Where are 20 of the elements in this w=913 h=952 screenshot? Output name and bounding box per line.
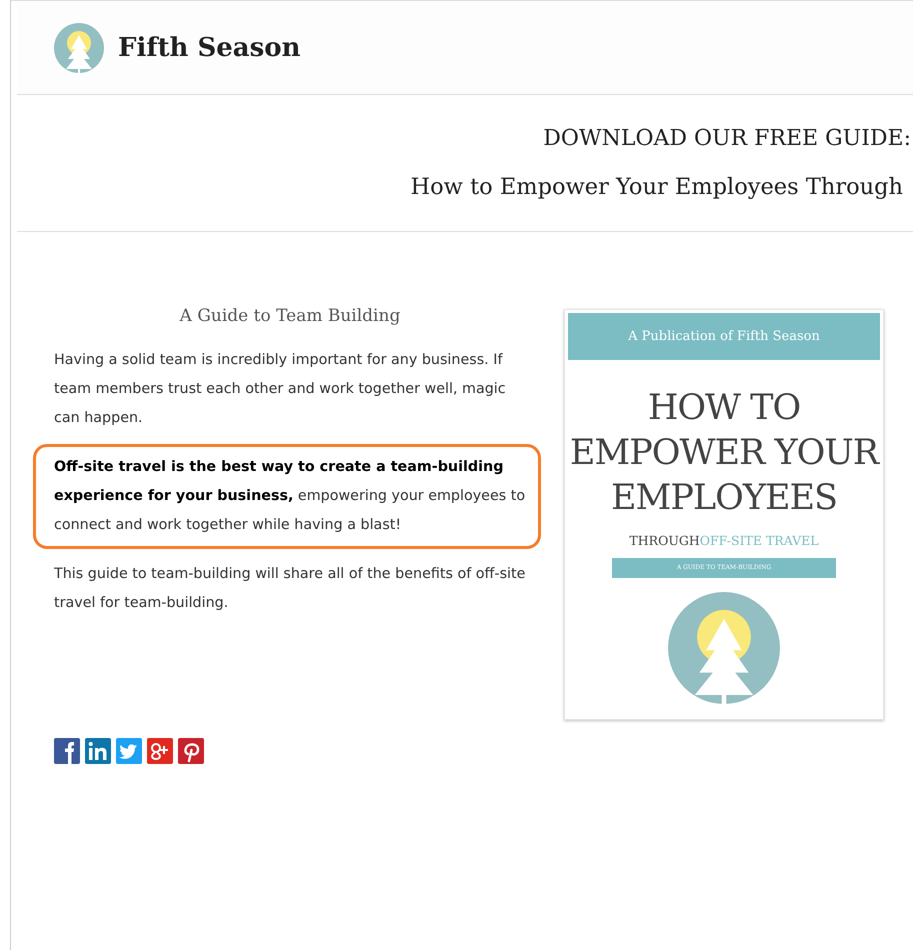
twitter-icon[interactable]: [116, 738, 142, 764]
cover-subtitle: THROUGH: [629, 533, 700, 548]
tree-logo-icon: [54, 22, 104, 72]
linkedin-icon[interactable]: [85, 738, 111, 764]
paragraph: Off-site travel is the best way to create a team-building experience for your business, empowering your employees to connect and work together while having a blast!: [33, 444, 541, 549]
google-plus-icon[interactable]: [147, 738, 173, 764]
paragraph: This guide to team-building will share all of the benefits of off-site travel for team-building.: [54, 565, 526, 613]
banner-subtitle: How to Empower Your Employees Through: [410, 173, 903, 202]
pinterest-icon[interactable]: [178, 738, 204, 764]
cover-subtitle-highlight: OFF-SITE TRAVEL: [700, 533, 819, 548]
cover-title: EMPLOYEES: [610, 477, 838, 520]
brand-name: Fifth Season: [118, 32, 301, 62]
facebook-icon[interactable]: [54, 738, 80, 764]
paragraph: Having a solid team is incredibly important for any business. If team members trust each other and work together well, magic can happen.: [54, 351, 507, 428]
cover-publisher-band: A Publication of Fifth Season: [568, 313, 880, 360]
guide-heading: A Guide to Team Building: [178, 305, 402, 328]
cover-title: HOW TO: [646, 387, 802, 430]
cover-title: EMPOWER YOUR: [570, 432, 878, 475]
banner-title: DOWNLOAD OUR FREE GUIDE:: [542, 125, 911, 153]
tree-logo-icon: [668, 592, 780, 704]
